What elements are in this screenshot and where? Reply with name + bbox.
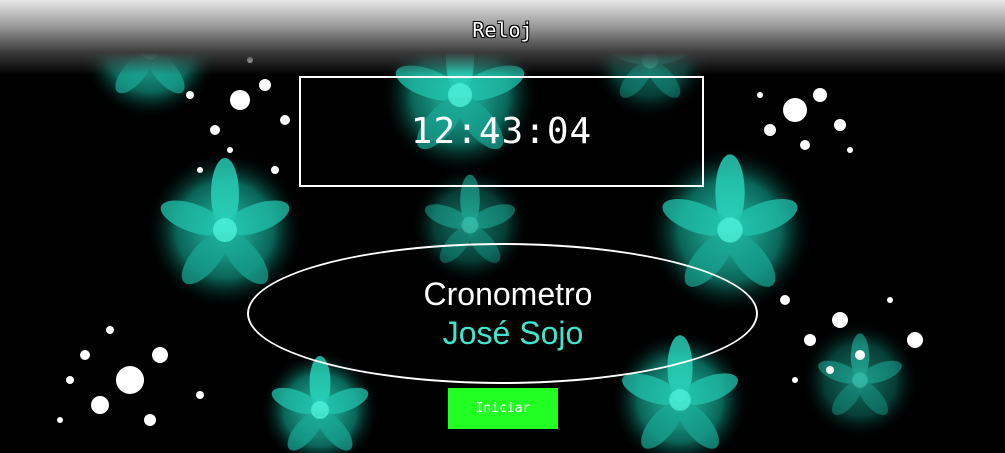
author-name: José Sojo xyxy=(442,315,584,351)
start-button[interactable]: Iniciar xyxy=(448,388,558,429)
stopwatch-frame xyxy=(247,243,758,384)
clock-time: 12:43:04 xyxy=(410,111,593,152)
stopwatch-label: Cronometro xyxy=(423,276,593,312)
page-title: Reloj xyxy=(472,18,533,42)
clock-display: 12:43:04 xyxy=(299,76,704,187)
